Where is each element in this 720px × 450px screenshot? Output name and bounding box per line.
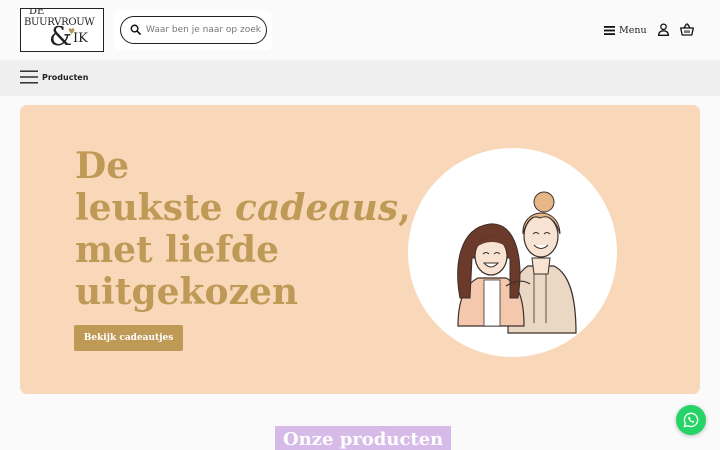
two-women-illustration [457, 191, 577, 334]
hero-title-line-4: uitgekozen [75, 271, 299, 313]
site-header: DE BUURVROUW & ♥ IK Menu [0, 0, 720, 60]
logo-text-ik: IK [73, 31, 88, 46]
whatsapp-icon [683, 412, 699, 428]
menu-label: Menu [619, 24, 647, 36]
hero-title-emphasis: cadeaus [235, 187, 399, 229]
hero-title-line-2: leukste cadeaus, [75, 187, 411, 229]
user-icon[interactable] [657, 23, 670, 36]
menu-button[interactable]: Menu [604, 22, 647, 38]
search-icon[interactable] [130, 24, 141, 35]
search-container [114, 10, 272, 50]
category-nav: Producten [0, 60, 720, 96]
hamburger-icon [604, 25, 615, 35]
whatsapp-chat-button[interactable] [676, 405, 706, 435]
basket-icon[interactable] [680, 23, 694, 36]
products-menu-toggle[interactable]: Producten [20, 70, 88, 84]
site-logo[interactable]: DE BUURVROUW & ♥ IK [20, 8, 104, 52]
hero-image [408, 148, 617, 357]
hamburger-icon [20, 70, 38, 84]
hero-title-line-2-start: leukste [75, 187, 236, 229]
hero-title-line-2-end: , [398, 187, 411, 229]
products-menu-label: Producten [42, 72, 89, 82]
hero-title: De leukste cadeaus, met liefde uitgekoze… [75, 145, 411, 313]
hero-banner: De leukste cadeaus, met liefde uitgekoze… [20, 105, 700, 394]
hero-title-line-3: met liefde [75, 229, 279, 271]
search-box[interactable] [120, 16, 267, 44]
section-title-products: Onze producten [275, 426, 452, 450]
hero-title-line-1: De [75, 145, 130, 187]
search-input[interactable] [146, 21, 264, 39]
shop-gifts-button[interactable]: Bekijk cadeautjes [74, 325, 183, 351]
